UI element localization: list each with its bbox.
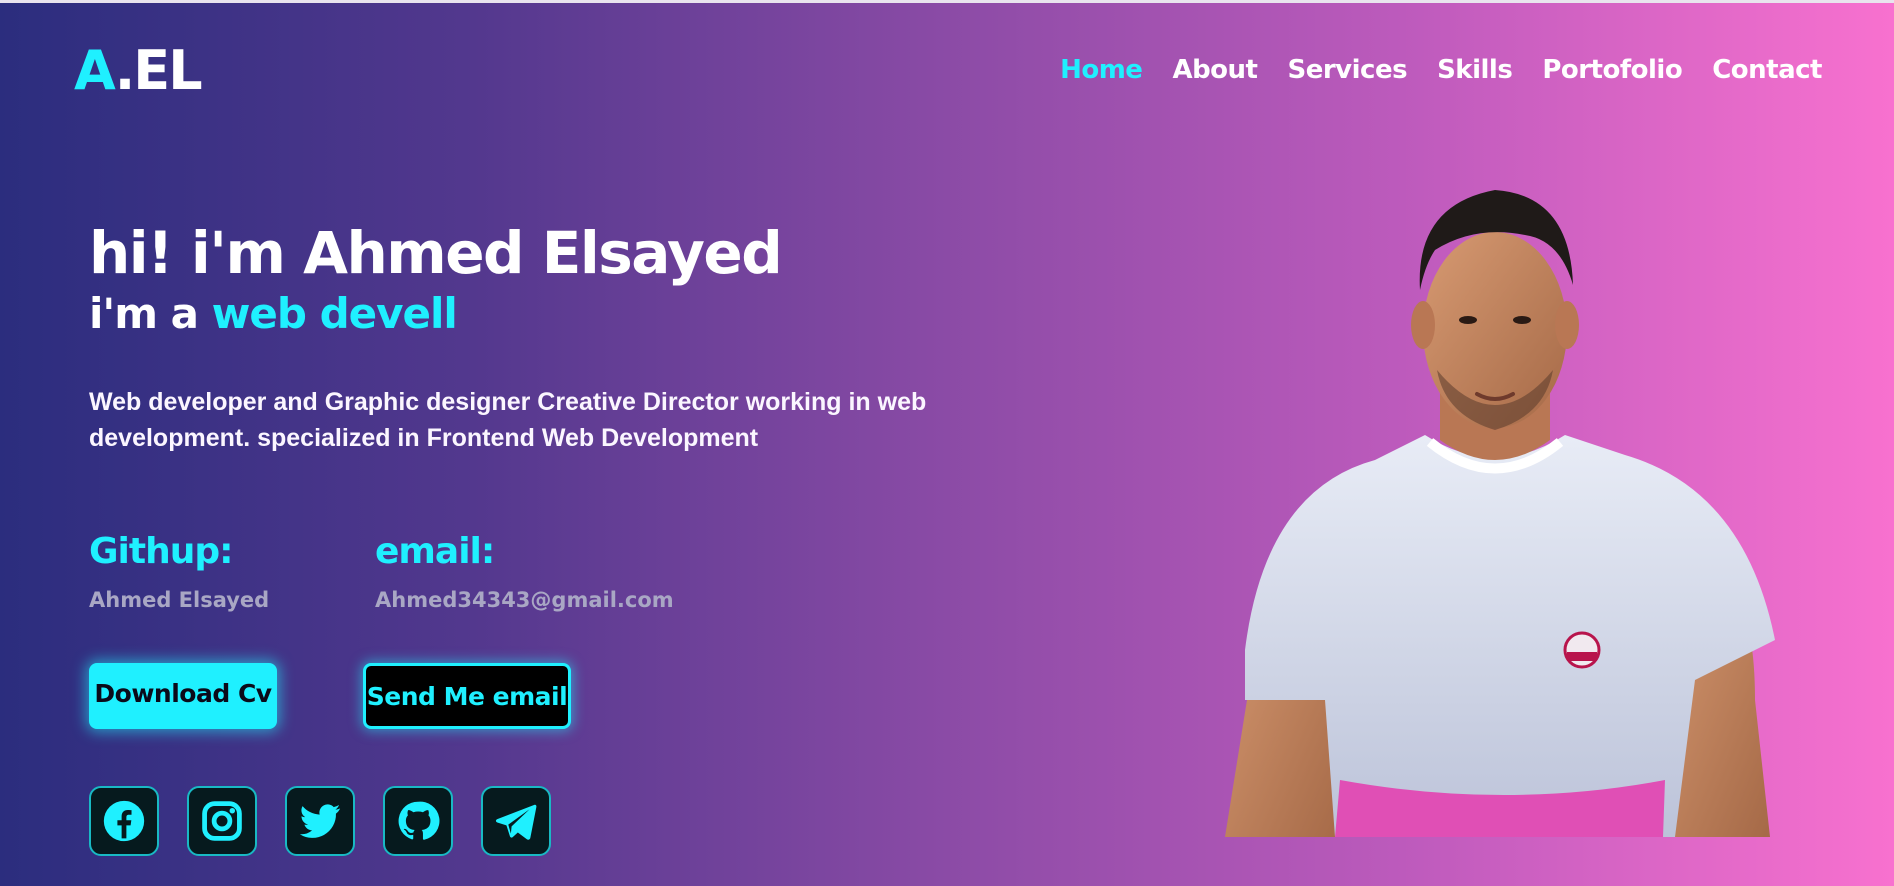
site-header: A.EL Home About Services Skills Portofol… xyxy=(74,36,1822,106)
telegram-icon xyxy=(495,804,537,840)
github-link[interactable] xyxy=(383,786,453,856)
main-nav: Home About Services Skills Portofolio Co… xyxy=(1060,48,1822,92)
top-border xyxy=(0,0,1894,3)
instagram-link[interactable] xyxy=(187,786,257,856)
nav-skills[interactable]: Skills xyxy=(1437,48,1513,92)
facebook-icon xyxy=(103,800,145,842)
email-label: email: xyxy=(375,531,495,572)
hero-greeting: hi! i'm Ahmed Elsayed xyxy=(89,219,783,287)
social-links xyxy=(89,786,551,856)
nav-contact[interactable]: Contact xyxy=(1712,48,1822,92)
send-email-button[interactable]: Send Me email xyxy=(363,663,571,729)
twitter-link[interactable] xyxy=(285,786,355,856)
download-cv-button[interactable]: Download Cv xyxy=(89,663,277,729)
telegram-link[interactable] xyxy=(481,786,551,856)
hero-role: i'm a web devell xyxy=(89,288,989,340)
facebook-link[interactable] xyxy=(89,786,159,856)
hero-role-typed: web devell xyxy=(211,289,458,338)
nav-about[interactable]: About xyxy=(1172,48,1258,92)
site-logo[interactable]: A.EL xyxy=(74,39,203,102)
instagram-icon xyxy=(202,801,242,841)
nav-portofolio[interactable]: Portofolio xyxy=(1542,48,1682,92)
email-value[interactable]: Ahmed34343@gmail.com xyxy=(375,586,674,614)
github-icon xyxy=(398,801,440,840)
hero-role-prefix: i'm a xyxy=(89,289,199,338)
twitter-icon xyxy=(299,804,341,838)
contact-info: Githup: Ahmed Elsayed email: Ahmed34343@… xyxy=(89,528,789,618)
hero-description: Web developer and Graphic designer Creat… xyxy=(89,388,927,452)
profile-photo xyxy=(1225,180,1785,837)
github-label: Githup: xyxy=(89,531,234,572)
logo-rest: .EL xyxy=(114,39,203,102)
github-value[interactable]: Ahmed Elsayed xyxy=(89,586,269,614)
email-info: email: Ahmed34343@gmail.com xyxy=(375,528,674,614)
nav-services[interactable]: Services xyxy=(1288,48,1408,92)
github-info: Githup: Ahmed Elsayed xyxy=(89,528,269,614)
nav-home[interactable]: Home xyxy=(1060,48,1143,92)
logo-accent: A xyxy=(74,39,117,102)
hero-section: hi! i'm Ahmed Elsayed i'm a web devell W… xyxy=(89,218,989,456)
